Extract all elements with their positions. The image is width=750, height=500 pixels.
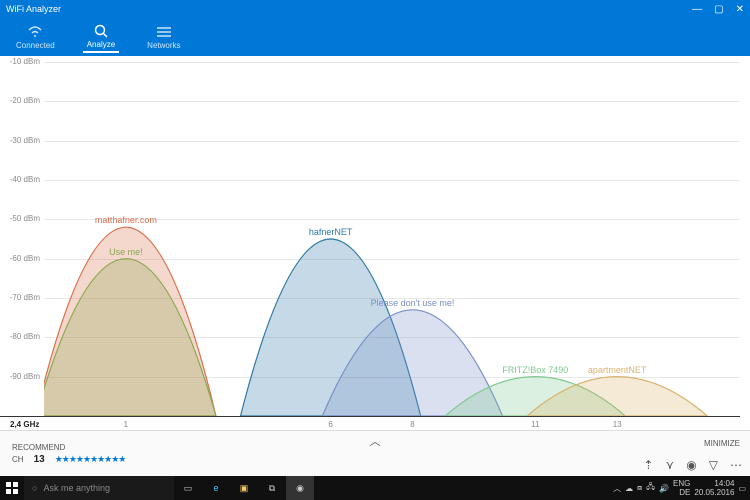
y-tick-label: -70 dBm (10, 293, 40, 302)
tab-networks[interactable]: Networks (143, 22, 184, 52)
x-tick-label: 1 (124, 420, 128, 429)
y-tick-label: -40 dBm (10, 175, 40, 184)
wifi-icon (27, 24, 43, 40)
expand-chevron-icon[interactable]: ︿ (370, 433, 381, 449)
more-icon[interactable]: ⋯ (730, 458, 742, 472)
tab-analyze[interactable]: Analyze (83, 21, 119, 53)
tray-dropbox-icon[interactable]: ⧈ (637, 483, 642, 493)
list-icon (156, 24, 172, 40)
explorer-icon[interactable]: ▣ (230, 476, 258, 500)
x-axis: 2,4 GHz 1 6 8 11 13 (0, 416, 740, 430)
tray-volume-icon[interactable]: 🔊 (659, 484, 669, 493)
y-tick-label: -30 dBm (10, 136, 40, 145)
recommend-rating: ★★★★★★★★★★ (55, 454, 126, 465)
tray-lang[interactable]: ENG DE (673, 479, 690, 497)
y-tick-label: -60 dBm (10, 254, 40, 263)
x-tick-label: 11 (531, 420, 539, 429)
app-title: WiFi Analyzer (6, 4, 61, 14)
tab-label: Analyze (87, 40, 115, 49)
tab-bar: Connected Analyze Networks (0, 18, 750, 56)
chart-curves (44, 62, 740, 416)
network-label: hafnerNET (309, 227, 353, 237)
network-curve[interactable] (44, 259, 216, 416)
filter-icon[interactable]: ▽ (709, 458, 718, 472)
y-tick-label: -90 dBm (10, 372, 40, 381)
sort-icon[interactable]: ⋎ (665, 458, 674, 472)
tray-clock[interactable]: 14:04 20.05.2016 (694, 479, 734, 497)
y-tick-label: -80 dBm (10, 332, 40, 341)
network-label: Please don't use me! (371, 298, 455, 308)
store-icon[interactable]: ⧉ (258, 476, 286, 500)
y-tick-label: -20 dBm (10, 96, 40, 105)
recommend-label: RECOMMEND (12, 443, 125, 452)
minimize-panel-button[interactable]: MINIMIZE (704, 439, 740, 448)
x-tick-label: 8 (410, 420, 414, 429)
x-tick-label: 13 (613, 420, 622, 429)
tab-label: Networks (147, 41, 180, 50)
signal-icon[interactable]: ⇡ (643, 458, 653, 472)
wifi-analyzer-taskbar-icon[interactable]: ◉ (286, 476, 314, 500)
taskbar-apps: ▭ e ▣ ⧉ ◉ (174, 476, 314, 500)
cortana-icon: ○ (32, 483, 37, 493)
minimize-button[interactable]: — (692, 4, 702, 15)
maximize-button[interactable]: ▢ (714, 4, 723, 15)
recommend-ch-label: CH (12, 455, 24, 464)
tab-connected[interactable]: Connected (12, 22, 59, 52)
tray-notifications-icon[interactable]: ▭ (738, 484, 746, 493)
close-button[interactable]: ✕ (736, 4, 744, 15)
cortana-search[interactable]: ○ Ask me anything (24, 476, 174, 500)
y-tick-label: -10 dBm (10, 57, 40, 66)
system-tray: ︿ ☁ ⧈ 🖧 🔊 ENG DE 14:04 20.05.2016 ▭ (613, 479, 750, 497)
recommend-channel: 13 (34, 454, 45, 465)
y-tick-label: -50 dBm (10, 214, 40, 223)
network-label: apartmentNET (588, 365, 647, 375)
bottom-toolbar: ⇡ ⋎ ◉ ▽ ⋯ (643, 458, 742, 472)
network-label: Use me! (109, 247, 143, 257)
window-controls: — ▢ ✕ (692, 4, 744, 15)
signal-chart: -10 dBm -20 dBm -30 dBm -40 dBm -50 dBm -60 d… (0, 56, 750, 430)
start-button[interactable] (0, 476, 24, 500)
task-view-button[interactable]: ▭ (174, 476, 202, 500)
x-axis-band-label: 2,4 GHz (10, 420, 39, 429)
recommend-panel: ︿ RECOMMEND CH 13 ★★★★★★★★★★ MINIMIZE ⇡ … (0, 430, 750, 476)
y-axis: -10 dBm-20 dBm-30 dBm-40 dBm-50 dBm-60 d… (0, 62, 42, 416)
view-icon[interactable]: ◉ (686, 458, 696, 472)
windows-taskbar: ○ Ask me anything ▭ e ▣ ⧉ ◉ ︿ ☁ ⧈ 🖧 🔊 EN… (0, 476, 750, 500)
network-label: FRITZ!Box 7490 (502, 365, 568, 375)
edge-icon[interactable]: e (202, 476, 230, 500)
tray-onedrive-icon[interactable]: ☁ (625, 484, 633, 493)
search-placeholder: Ask me anything (43, 483, 110, 493)
tray-network-icon[interactable]: 🖧 (646, 481, 655, 495)
network-label: matthafner.com (95, 215, 157, 225)
tray-chevron-icon[interactable]: ︿ (613, 483, 621, 494)
tab-label: Connected (16, 41, 55, 50)
x-tick-label: 6 (328, 420, 332, 429)
title-bar: WiFi Analyzer — ▢ ✕ (0, 0, 750, 18)
magnify-icon (93, 23, 109, 39)
